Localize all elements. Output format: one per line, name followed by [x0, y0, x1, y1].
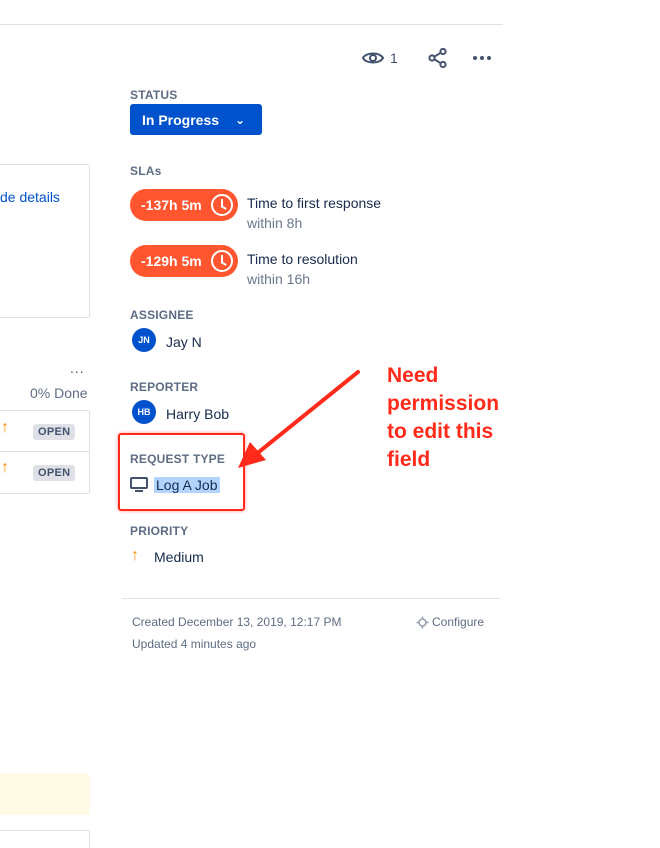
created-date: Created December 13, 2019, 12:17 PM	[132, 615, 342, 629]
list-divider	[0, 451, 89, 452]
priority-medium-icon: ↑	[1, 419, 9, 436]
priority-medium-icon: ↑	[131, 547, 139, 564]
status-lozenge: OPEN	[33, 465, 76, 481]
assignee-name[interactable]: Jay N	[166, 334, 202, 350]
attachment-field[interactable]	[0, 830, 90, 848]
progress-text: 0% Done	[30, 385, 88, 401]
share-button[interactable]	[426, 46, 450, 70]
priority-medium-icon: ↑	[1, 459, 9, 476]
reporter-name[interactable]: Harry Bob	[166, 406, 229, 422]
details-card	[0, 164, 90, 318]
top-divider	[0, 24, 503, 25]
footer-divider	[122, 598, 500, 599]
child-issues-list: ↑ OPEN ↑ OPEN	[0, 410, 90, 494]
configure-label: Configure	[432, 615, 485, 629]
sla-time: -129h 5m	[141, 253, 202, 269]
annotation-line: field	[387, 448, 431, 471]
more-button[interactable]	[470, 46, 494, 70]
sla-target: within 16h	[247, 271, 311, 287]
priority-label: PRIORITY	[130, 524, 189, 538]
slas-label: SLAs	[130, 164, 162, 178]
annotation-line: permission	[387, 392, 500, 415]
updated-date: Updated 4 minutes ago	[132, 637, 257, 651]
more-actions-icon[interactable]: ...	[70, 360, 85, 376]
chevron-down-icon: ⌄	[235, 112, 246, 127]
annotation-line: to edit this	[387, 420, 494, 443]
status-value: In Progress	[142, 111, 220, 128]
sla-target: within 8h	[247, 215, 303, 231]
annotation-arrow	[238, 370, 360, 468]
assignee-label: ASSIGNEE	[130, 308, 194, 322]
annotation-note: Need permission to edit this field	[387, 362, 537, 474]
sla-name: Time to resolution	[247, 251, 358, 267]
watch-count: 1	[390, 50, 398, 66]
share-icon	[428, 47, 447, 69]
watch-button[interactable]: 1	[362, 46, 398, 70]
monitor-icon	[130, 477, 148, 492]
status-dropdown[interactable]: In Progress ⌄	[130, 104, 262, 135]
annotation-line: Need	[387, 364, 439, 387]
sla-timer-badge: -137h 5m	[130, 189, 238, 221]
gear-icon	[416, 616, 429, 628]
clock-icon	[211, 194, 233, 216]
configure-button[interactable]: Configure	[416, 615, 484, 629]
reporter-avatar: HB	[132, 400, 156, 424]
sla-name: Time to first response	[247, 195, 382, 211]
more-icon	[473, 56, 491, 60]
notice-banner	[0, 773, 90, 815]
request-type-label: REQUEST TYPE	[130, 452, 226, 466]
priority-value[interactable]: Medium	[154, 549, 204, 565]
sla-time: -137h 5m	[141, 197, 202, 213]
request-type-value[interactable]: Log A Job	[154, 477, 220, 493]
details-link[interactable]: de details	[0, 189, 60, 205]
eye-icon	[362, 52, 384, 64]
status-label: STATUS	[130, 88, 178, 102]
assignee-avatar: JN	[132, 328, 156, 352]
status-lozenge: OPEN	[33, 424, 76, 440]
clock-icon	[211, 250, 233, 272]
reporter-label: REPORTER	[130, 380, 199, 394]
annotation-highlight-box	[118, 433, 245, 511]
sla-timer-badge: -129h 5m	[130, 245, 238, 277]
